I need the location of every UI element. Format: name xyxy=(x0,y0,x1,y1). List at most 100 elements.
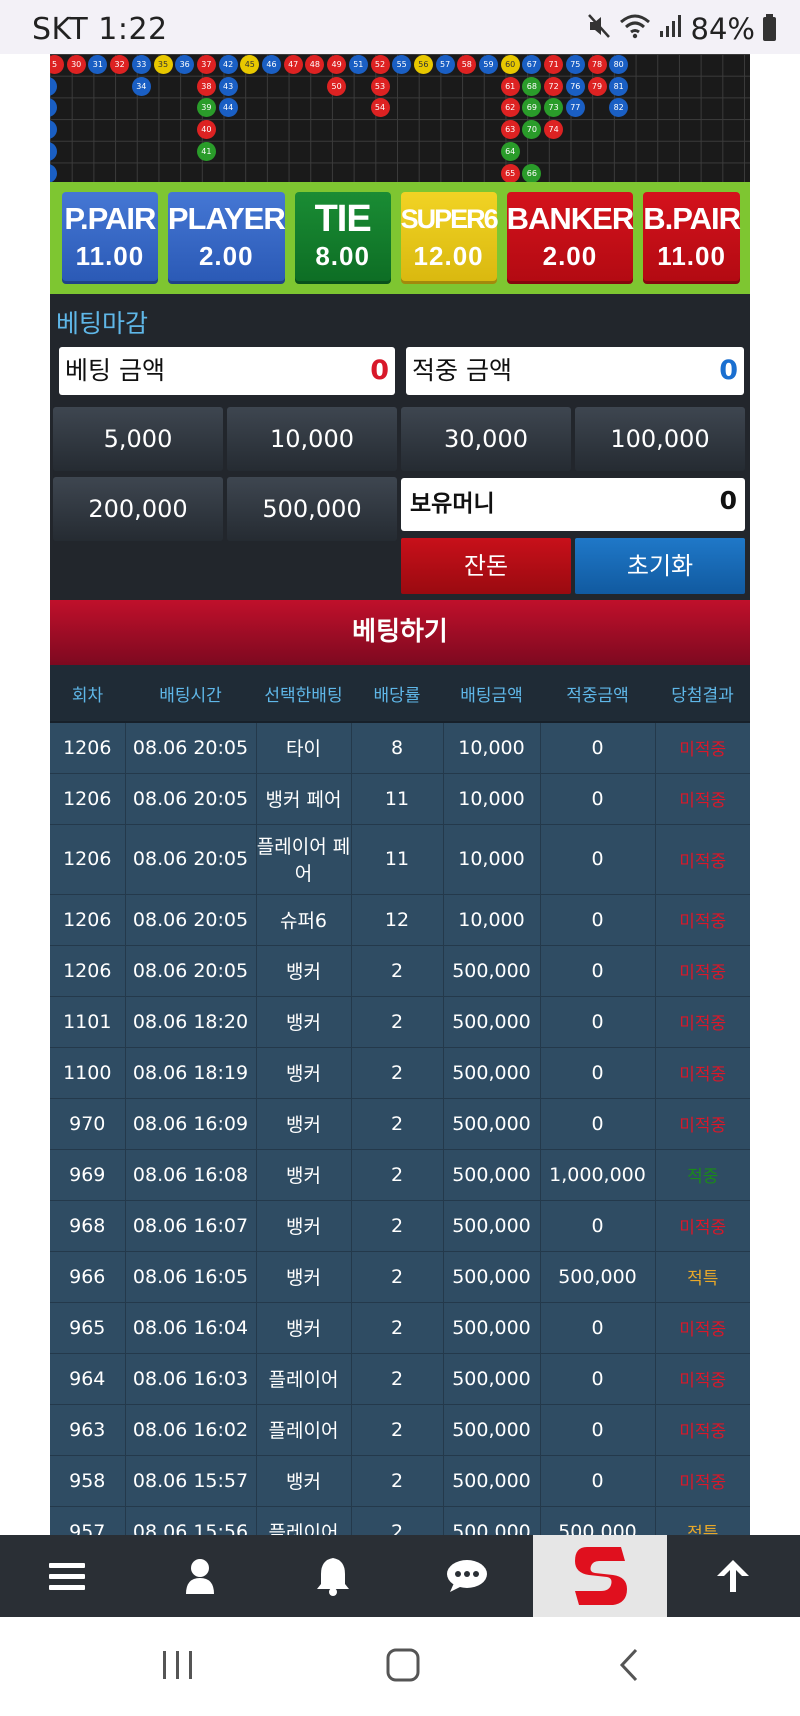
bet-type-odds: 11.00 xyxy=(657,241,726,271)
history-cell: 500,000 xyxy=(540,1250,656,1303)
reset-button[interactable]: 초기화 xyxy=(575,538,745,594)
chip-5000-button[interactable]: 5,000 xyxy=(53,407,223,471)
bet-type-name: TIE xyxy=(314,198,372,240)
history-cell: 미적중 xyxy=(655,1454,750,1507)
scoreboard-bead: 71 xyxy=(544,55,564,74)
mute-icon xyxy=(587,12,611,46)
change-button[interactable]: 잔돈 xyxy=(401,538,571,594)
scoreboard-bead: 78 xyxy=(587,55,607,74)
bet-type-odds: 2.00 xyxy=(542,241,598,271)
history-row: 964 08.06 16:03 플레이어 2 500,000 0 미적중 xyxy=(50,1352,750,1405)
history-cell: 2 xyxy=(351,1250,444,1303)
history-cell: 미적중 xyxy=(655,1352,750,1405)
scoreboard-bead: 30 xyxy=(66,55,86,74)
history-row: 1206 08.06 20:05 뱅커 2 500,000 0 미적중 xyxy=(50,944,750,997)
history-cell: 1,000,000 xyxy=(540,1148,656,1201)
bet-type-p-pair-button[interactable]: P.PAIR 11.00 xyxy=(62,192,158,284)
carrier-time: SKT 1:22 xyxy=(32,12,168,47)
scoreboard-bead: 41 xyxy=(196,141,216,161)
recent-apps-icon[interactable] xyxy=(160,1647,196,1687)
bet-amount-box: 베팅 금액 0 xyxy=(59,347,395,395)
history-cell: 0 xyxy=(540,1454,656,1507)
history-cell: 12 xyxy=(351,893,444,946)
history-cell: 2 xyxy=(351,1403,444,1456)
scoreboard-bead: 37 xyxy=(196,55,216,74)
menu-icon[interactable] xyxy=(0,1535,133,1617)
history-cell: 500,000 xyxy=(443,1097,541,1150)
submit-bet-button[interactable]: 베팅하기 xyxy=(50,600,750,665)
history-cell: 2 xyxy=(351,944,444,997)
scoreboard-bead: 48 xyxy=(305,55,325,74)
history-cell: 08.06 20:05 xyxy=(125,823,257,895)
history-cell: 2 xyxy=(351,995,444,1048)
chip-100000-button[interactable]: 100,000 xyxy=(575,407,745,471)
history-cell: 뱅커 xyxy=(256,1454,352,1507)
history-cell: 2 xyxy=(351,1046,444,1099)
history-cell: 970 xyxy=(50,1097,126,1150)
scoreboard-bead: 73 xyxy=(544,98,564,118)
history-cell: 08.06 16:04 xyxy=(125,1301,257,1354)
scoreboard-bead: 59 xyxy=(479,55,498,74)
history-cell: 0 xyxy=(540,721,656,774)
arrow-up-icon[interactable] xyxy=(667,1535,800,1617)
scoreboard-bead: 32 xyxy=(110,55,130,74)
bet-type-banker-button[interactable]: BANKER 2.00 xyxy=(506,192,634,284)
win-amount-value: 0 xyxy=(719,355,738,386)
history-cell: 플레이어 xyxy=(256,1505,352,1535)
history-cell: 500,000 xyxy=(443,944,541,997)
history-cell: 1206 xyxy=(50,893,126,946)
history-cell: 0 xyxy=(540,944,656,997)
bet-type-tie-button[interactable]: TIE 8.00 xyxy=(294,192,391,284)
history-cell: 08.06 16:03 xyxy=(125,1352,257,1405)
history-cell: 미적중 xyxy=(655,1199,750,1252)
history-cell: 뱅커 xyxy=(256,1301,352,1354)
win-amount-box: 적중 금액 0 xyxy=(406,347,744,395)
history-cell: 1206 xyxy=(50,944,126,997)
scoreboard-bead: 45 xyxy=(240,55,260,74)
scoreboard-bead: 68 xyxy=(522,76,542,96)
home-icon[interactable] xyxy=(385,1647,421,1687)
scoreboard-bead: 81 xyxy=(609,76,629,96)
scoreboard-bead xyxy=(50,76,57,96)
chat-icon[interactable] xyxy=(400,1535,533,1617)
bead-scoreboard: 5 30 31 32 33 35 36 37 42 45 46 47 48 49 51 52 55 56 57 58 5… xyxy=(50,54,750,182)
history-cell: 10,000 xyxy=(443,772,541,825)
bet-type-b-pair-button[interactable]: B.PAIR 11.00 xyxy=(643,192,741,284)
history-cell: 963 xyxy=(50,1403,126,1456)
scoreboard-bead: 61 xyxy=(500,76,520,96)
history-row: 963 08.06 16:02 플레이어 2 500,000 0 미적중 xyxy=(50,1403,750,1456)
scoreboard-bead: 55 xyxy=(392,55,412,74)
balance-box: 보유머니 0 xyxy=(401,478,745,531)
bet-type-super6-button[interactable]: SUPER6 12.00 xyxy=(400,192,499,284)
chip-200000-button[interactable]: 200,000 xyxy=(53,477,223,541)
app-root: SKT 1:22 84% 5 30 31 32 33 35 36 37 42 45 46 47 48 49… xyxy=(0,0,800,1716)
bet-type-name: PLAYER xyxy=(167,201,286,236)
scoreboard-bead: 39 xyxy=(196,98,216,118)
logo-icon[interactable] xyxy=(533,1535,667,1617)
battery-percent: 84% xyxy=(690,12,755,46)
history-cell: 08.06 16:09 xyxy=(125,1097,257,1150)
chip-10000-button[interactable]: 10,000 xyxy=(227,407,397,471)
history-cell: 500,000 xyxy=(443,995,541,1048)
back-icon[interactable] xyxy=(612,1647,648,1687)
history-cell: 뱅커 xyxy=(256,1097,352,1150)
bottom-nav xyxy=(0,1535,800,1617)
scoreboard-bead: 44 xyxy=(218,98,238,118)
bell-icon[interactable] xyxy=(267,1535,400,1617)
bet-type-odds: 2.00 xyxy=(198,241,254,271)
scoreboard-bead: 76 xyxy=(565,76,585,96)
history-cell: 08.06 20:05 xyxy=(125,721,257,774)
scoreboard-bead: 74 xyxy=(544,120,564,140)
user-icon[interactable] xyxy=(133,1535,266,1617)
signal-icon xyxy=(659,12,683,46)
scoreboard-bead: 5 xyxy=(50,55,64,74)
history-cell: 적특 xyxy=(655,1505,750,1535)
history-column-header: 적중금액 xyxy=(540,665,655,723)
bet-type-player-button[interactable]: PLAYER 2.00 xyxy=(167,192,286,284)
history-cell: 500,000 xyxy=(443,1250,541,1303)
history-cell: 10,000 xyxy=(443,721,541,774)
bet-amount-value: 0 xyxy=(370,355,389,386)
chip-30000-button[interactable]: 30,000 xyxy=(401,407,571,471)
history-cell: 1206 xyxy=(50,772,126,825)
chip-500000-button[interactable]: 500,000 xyxy=(227,477,397,541)
